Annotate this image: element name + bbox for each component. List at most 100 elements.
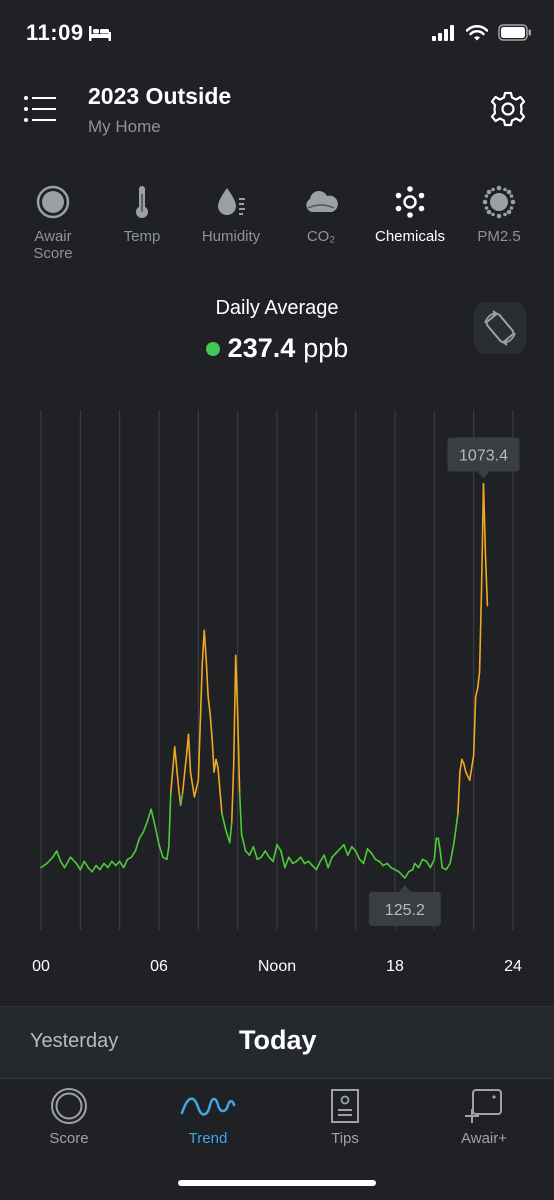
series-segment	[107, 860, 113, 869]
series-segment	[130, 850, 137, 859]
tab-temp[interactable]: Temp	[100, 180, 184, 245]
humidity-drop-icon	[218, 188, 245, 215]
series-segment	[362, 848, 369, 865]
series-segment	[260, 850, 267, 859]
series-segment	[230, 762, 235, 823]
nav-label: Tips	[331, 1130, 359, 1147]
nav-label: Trend	[188, 1130, 228, 1147]
series-segment	[417, 858, 424, 869]
nav-trend[interactable]: Trend	[158, 1086, 258, 1147]
series-segment	[449, 841, 455, 865]
nav-tips[interactable]: Tips	[295, 1086, 395, 1147]
tab-chemicals[interactable]: Chemicals	[368, 180, 452, 245]
day-today-button[interactable]: Today	[239, 1025, 317, 1056]
x-tick-label: 18	[386, 958, 404, 975]
series-segment	[203, 629, 207, 661]
series-segment	[264, 850, 270, 859]
tab-label: CO₂	[306, 228, 336, 245]
series-segment	[46, 856, 54, 865]
nav-label: Score	[49, 1130, 89, 1147]
tab-humidity[interactable]: Humidity	[189, 180, 273, 245]
series-segment	[166, 845, 170, 861]
nav-score[interactable]: Score	[19, 1086, 119, 1147]
summary-value: 237.4	[227, 333, 296, 363]
series-segment	[311, 864, 318, 871]
series-segment	[244, 850, 251, 856]
cellular-signal-icon	[432, 24, 454, 41]
series-segment	[59, 860, 66, 869]
series-segment	[287, 856, 294, 865]
series-segment	[463, 762, 467, 773]
series-segment	[122, 858, 129, 869]
series-segment	[221, 812, 227, 831]
rotate-device-icon	[484, 310, 516, 346]
series-segment	[154, 825, 160, 846]
series-segment	[87, 866, 93, 873]
tab-awair-score[interactable]: Awair Score	[11, 180, 95, 262]
series-segment	[111, 860, 117, 867]
series-segment	[138, 831, 145, 840]
series-segment	[343, 843, 349, 856]
series-segment	[370, 852, 377, 861]
series-segment	[209, 712, 213, 740]
status-time: 11:09	[26, 20, 84, 45]
tab-label: Temp	[123, 228, 161, 245]
device-list-menu-icon[interactable]	[22, 94, 56, 124]
series-segment	[478, 588, 483, 673]
score-ring-icon	[51, 1088, 87, 1124]
series-segment	[413, 862, 420, 869]
series-segment	[319, 854, 326, 863]
day-yesterday-button[interactable]: Yesterday	[30, 1030, 118, 1053]
series-segment	[248, 845, 255, 856]
tab-label: PM2.5	[477, 228, 521, 245]
series-segment	[346, 845, 353, 856]
tab-co2[interactable]: CO₂	[279, 180, 363, 245]
series-segment	[453, 812, 459, 844]
series-segment	[173, 746, 180, 790]
series-segment	[217, 766, 223, 815]
series-segment	[205, 658, 209, 698]
x-tick-label: Noon	[257, 958, 297, 975]
series-segment	[51, 850, 58, 859]
nav-awair-plus[interactable]: Awair+	[434, 1086, 534, 1147]
series-segment	[437, 837, 442, 852]
chemicals-trend-chart[interactable]: 1073.4 125.2	[0, 400, 554, 940]
series-segment	[429, 858, 436, 869]
series-segment	[307, 860, 314, 867]
home-indicator	[178, 1180, 376, 1186]
series-segment	[95, 864, 101, 871]
svg-text:125.2: 125.2	[385, 902, 425, 919]
series-segment	[187, 733, 192, 773]
gear-icon[interactable]	[486, 87, 530, 131]
series-segment	[83, 860, 89, 869]
tab-pm25[interactable]: PM2.5	[457, 180, 541, 245]
series-segment	[327, 856, 333, 869]
series-segment	[193, 779, 200, 798]
summary-label: Daily Average	[215, 297, 339, 319]
max-value-badge: 1073.4	[447, 437, 520, 479]
series-segment	[75, 862, 82, 871]
series-segment	[280, 850, 286, 869]
series-segment	[168, 791, 172, 848]
chemicals-icon	[395, 186, 425, 218]
series-segment	[215, 758, 219, 769]
min-value-badge: 125.2	[368, 884, 441, 926]
series-segment	[91, 864, 97, 873]
series-segment	[99, 862, 105, 871]
series-segment	[181, 754, 188, 794]
series-segment	[474, 687, 479, 698]
series-segment	[331, 852, 337, 859]
series-segment	[299, 856, 306, 865]
x-tick-label: 24	[504, 958, 522, 975]
device-location: My Home	[88, 117, 161, 136]
series-segment	[459, 758, 463, 773]
series-segment	[272, 843, 278, 863]
series-segment	[134, 837, 141, 852]
series-segment	[150, 808, 156, 827]
co2-cloud-icon	[306, 191, 338, 212]
wifi-icon	[466, 24, 488, 40]
series-segment	[189, 771, 196, 798]
rotate-landscape-button[interactable]	[474, 302, 526, 354]
sleep-bed-icon	[89, 26, 111, 41]
series-segment	[284, 856, 290, 869]
